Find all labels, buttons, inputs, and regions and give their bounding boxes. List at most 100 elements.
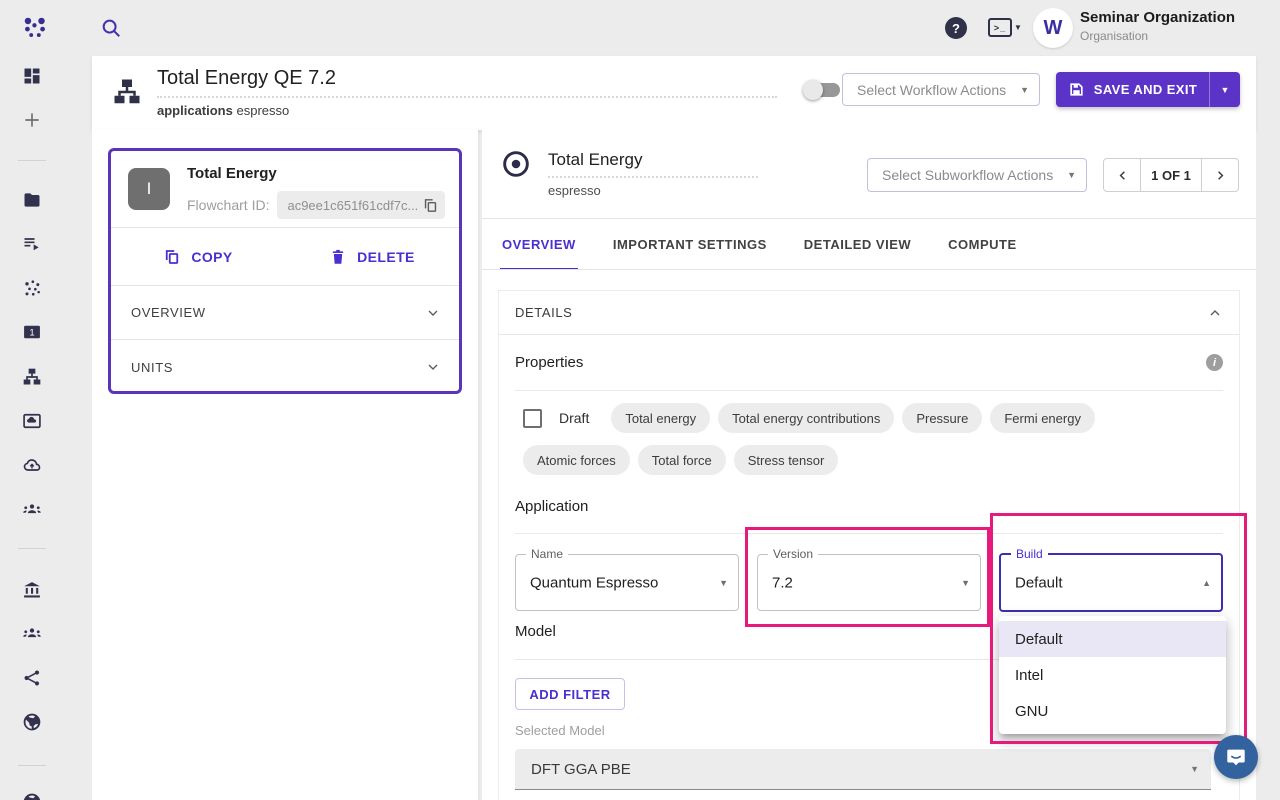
copy-id-icon[interactable] bbox=[422, 197, 439, 214]
application-version-value: 7.2 bbox=[772, 574, 793, 591]
chat-bubble-icon bbox=[1225, 746, 1247, 768]
unit-avatar: I bbox=[128, 168, 170, 210]
application-build-label: Build bbox=[1011, 547, 1048, 561]
tab-overview[interactable]: OVERVIEW bbox=[500, 218, 578, 270]
flowchart-id-row: Flowchart ID: ac9ee1c651f61cdf7c... bbox=[187, 191, 445, 219]
subworkflow-radio-icon bbox=[500, 148, 532, 180]
info-icon[interactable]: i bbox=[1206, 354, 1223, 371]
property-chip[interactable]: Total energy contributions bbox=[718, 403, 894, 433]
application-build-value: Default bbox=[1015, 574, 1063, 591]
overview-accordion[interactable]: OVERVIEW bbox=[111, 286, 459, 340]
page-indicator: 1 OF 1 bbox=[1140, 159, 1202, 191]
application-section-label: Application bbox=[515, 498, 588, 515]
save-and-exit-main[interactable]: SAVE AND EXIT bbox=[1056, 72, 1209, 107]
workflow-flowchart-icon bbox=[112, 77, 142, 107]
save-and-exit-button[interactable]: SAVE AND EXIT ▼ bbox=[1056, 72, 1240, 107]
copy-button[interactable]: COPY bbox=[111, 228, 285, 285]
property-chip[interactable]: Pressure bbox=[902, 403, 982, 433]
draft-label: Draft bbox=[559, 410, 589, 426]
save-icon bbox=[1068, 81, 1085, 98]
web-icon[interactable] bbox=[22, 712, 42, 732]
search-icon[interactable] bbox=[100, 17, 122, 39]
help-icon[interactable]: ? bbox=[945, 17, 967, 39]
selected-model-select[interactable]: DFT GGA PBE ▼ bbox=[515, 749, 1211, 790]
rail-divider bbox=[18, 548, 46, 549]
rail-divider bbox=[18, 765, 46, 766]
copy-label: COPY bbox=[191, 249, 232, 265]
details-section-header[interactable]: DETAILS bbox=[499, 291, 1239, 335]
divider bbox=[515, 533, 1223, 534]
application-version-select[interactable]: Version 7.2 ▼ bbox=[757, 554, 981, 611]
overview-accordion-label: OVERVIEW bbox=[131, 305, 206, 320]
workflow-subtitle: applications espresso bbox=[157, 103, 777, 118]
add-filter-button[interactable]: ADD FILTER bbox=[515, 678, 625, 710]
folder-icon[interactable] bbox=[22, 190, 42, 210]
properties-header: Properties i bbox=[515, 335, 1223, 391]
subworkflow-pager: 1 OF 1 bbox=[1103, 158, 1239, 192]
chat-launcher[interactable] bbox=[1214, 735, 1258, 779]
workflow-application: espresso bbox=[236, 103, 289, 118]
property-chip[interactable]: Total energy bbox=[611, 403, 710, 433]
avatar[interactable]: W bbox=[1033, 8, 1073, 48]
unit-actions: COPY DELETE bbox=[111, 228, 459, 286]
units-accordion[interactable]: UNITS bbox=[111, 340, 459, 394]
flowchart-id-field[interactable]: ac9ee1c651f61cdf7c... bbox=[277, 191, 445, 219]
chevron-up-icon bbox=[1207, 305, 1223, 321]
subworkflow-title-block: Total Energy espresso bbox=[548, 150, 758, 198]
users-icon[interactable] bbox=[22, 623, 42, 643]
tab-important-settings[interactable]: IMPORTANT SETTINGS bbox=[611, 218, 769, 270]
draft-checkbox[interactable] bbox=[523, 409, 542, 428]
prev-page-button[interactable] bbox=[1104, 159, 1140, 191]
delete-button[interactable]: DELETE bbox=[285, 228, 459, 285]
unit-card[interactable]: I Total Energy Flowchart ID: ac9ee1c651f… bbox=[108, 148, 462, 394]
description-toggle[interactable] bbox=[806, 83, 840, 97]
chevron-down-icon bbox=[425, 305, 441, 321]
property-chip[interactable]: Fermi energy bbox=[990, 403, 1095, 433]
svg-text:1: 1 bbox=[29, 327, 34, 337]
details-section-label: DETAILS bbox=[515, 305, 572, 320]
trash-icon bbox=[329, 248, 347, 266]
workflows-icon[interactable] bbox=[22, 367, 42, 387]
share-icon[interactable] bbox=[22, 668, 42, 688]
properties-label: Properties bbox=[515, 354, 583, 371]
tab-compute[interactable]: COMPUTE bbox=[946, 218, 1019, 270]
build-option-gnu[interactable]: GNU bbox=[999, 693, 1226, 729]
materials-icon[interactable] bbox=[22, 278, 42, 298]
bank-icon[interactable] bbox=[22, 580, 42, 600]
workflow-actions-placeholder: Select Workflow Actions bbox=[857, 82, 1006, 98]
application-name-label: Name bbox=[526, 547, 568, 561]
subworkflow-title: Total Energy bbox=[548, 150, 758, 170]
application-build-select[interactable]: Build Default ▲ bbox=[999, 553, 1223, 612]
workflow-actions-select[interactable]: Select Workflow Actions ▼ bbox=[842, 73, 1040, 106]
application-version-label: Version bbox=[768, 547, 818, 561]
account-menu[interactable]: Seminar Organization Organisation bbox=[1080, 9, 1235, 43]
media-icon[interactable] bbox=[22, 411, 42, 431]
tab-detailed-view[interactable]: DETAILED VIEW bbox=[802, 218, 913, 270]
subworkflow-application: espresso bbox=[548, 183, 758, 198]
properties-chips: Draft Total energy Total energy contribu… bbox=[523, 403, 1183, 475]
add-icon[interactable] bbox=[22, 110, 42, 130]
build-option-default[interactable]: Default bbox=[999, 621, 1226, 657]
property-chip[interactable]: Total force bbox=[638, 445, 726, 475]
subworkflow-actions-select[interactable]: Select Subworkflow Actions ▼ bbox=[867, 158, 1087, 192]
dashboard-icon[interactable] bbox=[22, 66, 42, 86]
build-option-intel[interactable]: Intel bbox=[999, 657, 1226, 693]
property-chip[interactable]: Stress tensor bbox=[734, 445, 839, 475]
toggle-knob bbox=[803, 80, 823, 100]
chevron-right-icon bbox=[1213, 168, 1228, 183]
slides-icon[interactable]: 1 bbox=[22, 322, 42, 342]
mat3ra-logo-icon[interactable] bbox=[22, 15, 48, 41]
application-name-value: Quantum Espresso bbox=[530, 574, 658, 591]
chevron-down-icon: ▼ bbox=[1020, 85, 1029, 95]
divider bbox=[482, 269, 1256, 270]
terminal-icon[interactable]: >_ ▼ bbox=[988, 18, 1022, 37]
save-options-dropdown[interactable]: ▼ bbox=[1209, 72, 1240, 107]
subworkflow-panel: Total Energy espresso Select Subworkflow… bbox=[482, 130, 1256, 800]
team-icon[interactable] bbox=[22, 499, 42, 519]
next-page-button[interactable] bbox=[1202, 159, 1238, 191]
cloud-upload-icon[interactable] bbox=[22, 455, 42, 475]
property-chip[interactable]: Atomic forces bbox=[523, 445, 630, 475]
globe-partial-icon[interactable] bbox=[22, 792, 42, 800]
job-scripts-icon[interactable] bbox=[22, 234, 42, 254]
application-name-select[interactable]: Name Quantum Espresso ▼ bbox=[515, 554, 739, 611]
